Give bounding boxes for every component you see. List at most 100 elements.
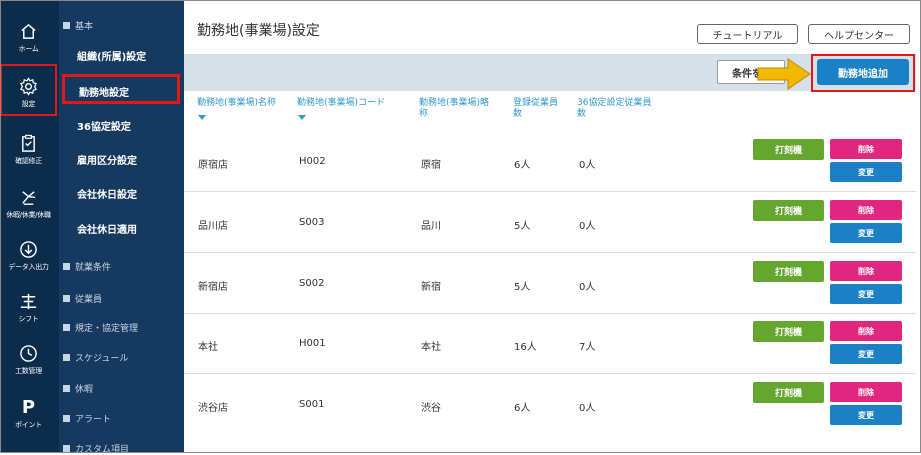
rail-label: ポイント [15,421,42,429]
sort-desc-icon[interactable] [298,115,306,120]
cell-agreement: 0人 [579,221,596,232]
time-clock-button[interactable]: 打刻機 [753,200,824,221]
delete-button[interactable]: 削除 [830,321,902,341]
section-rules[interactable]: 規定・協定管理 [63,321,138,334]
rail-item-data[interactable]: データ入出力 [0,240,57,272]
cell-code: H002 [299,156,326,167]
section-employees[interactable]: 従業員 [63,292,102,305]
cell-code: S002 [299,278,325,289]
section-custom[interactable]: カスタム項目 [63,442,129,455]
cell-agreement: 0人 [579,403,596,414]
cell-agreement: 7人 [579,342,596,353]
header-line: 数 [577,109,587,119]
rail-item-home[interactable]: ホーム [0,22,57,54]
rail-label: 設定 [21,100,36,108]
gear-icon [20,77,37,96]
table-row: 品川店 S003 品川 5人 0人 打刻機 削除 変更 [184,192,916,253]
add-location-button[interactable]: 勤務地追加 [817,59,909,85]
rail-item-workload[interactable]: 工数管理 [0,344,57,376]
col-header-short: 勤務地(事業場)略称 [419,98,489,120]
submenu-item-location[interactable]: 勤務地設定 [79,84,129,99]
points-icon: P [21,397,36,418]
palm-icon [22,191,36,205]
table-row: 本社 H001 本社 16人 7人 打刻機 削除 変更 [184,313,916,374]
tutorial-button[interactable]: チュートリアル [697,24,798,44]
sort-desc-icon[interactable] [198,115,206,120]
delete-button[interactable]: 削除 [830,261,902,281]
section-label: カスタム項目 [75,445,130,455]
cell-name: 品川店 [198,221,228,232]
submenu-item-employment-type[interactable]: 雇用区分設定 [77,152,137,167]
section-label: 従業員 [75,295,103,305]
section-label: 基本 [75,22,94,32]
rail-label: 休暇/休業/休職 [6,211,51,219]
submenu-item-organization[interactable]: 組織(所属)設定 [77,48,146,63]
cell-name: 本社 [198,342,218,353]
section-label: 休暇 [75,385,94,395]
settings-submenu: 基本 組織(所属)設定 36協定設定 雇用区分設定 会社休日設定 会社休日適用 … [57,0,184,455]
cell-code: S001 [299,399,325,410]
square-icon [63,385,70,392]
rail-item-check[interactable]: 確認修正 [0,134,57,166]
rail-item-shift[interactable]: シフト [0,292,57,324]
download-circle-icon [20,241,37,258]
section-schedule[interactable]: スケジュール [63,351,128,364]
section-leave[interactable]: 休暇 [63,382,93,395]
page-title: 勤務地(事業場)設定 [197,23,320,39]
cell-name: 新宿店 [198,282,228,293]
square-icon [63,295,70,302]
delete-button[interactable]: 削除 [830,139,902,159]
cell-agreement: 0人 [579,282,596,293]
col-header-employees: 登録従業員数 [513,98,558,120]
rail-label: 確認修正 [15,157,42,165]
square-icon [63,22,70,29]
header-line: 登録従業員 [513,98,559,108]
submenu-item-company-holiday[interactable]: 会社休日設定 [77,186,137,201]
help-center-button[interactable]: ヘルプセンター [808,24,910,44]
delete-button[interactable]: 削除 [830,382,902,402]
edit-button[interactable]: 変更 [830,284,902,304]
section-work-conditions[interactable]: 就業条件 [63,260,111,273]
header-line: 勤務地(事業場)略 [419,98,490,108]
cell-short: 品川 [421,221,441,232]
rail-item-leave[interactable]: 休暇/休業/休職 [0,188,57,220]
time-clock-button[interactable]: 打刻機 [753,382,824,403]
home-icon [21,23,36,39]
shift-icon [20,293,37,310]
cell-short: 渋谷 [421,403,441,414]
cell-short: 新宿 [421,282,441,293]
time-clock-button[interactable]: 打刻機 [753,321,824,342]
section-label: アラート [75,415,112,425]
clock-icon [20,345,37,362]
square-icon [63,354,70,361]
square-icon [63,445,70,452]
icon-rail: ホーム 設定 確認修正 休暇/休業/休職 データ入出力 シフト 工数管理 P ポ… [0,0,57,453]
edit-button[interactable]: 変更 [830,405,902,425]
col-header-agreement: 36協定設定従業員数 [577,98,651,120]
bottom-strip [184,433,916,453]
delete-button[interactable]: 削除 [830,200,902,220]
section-alerts[interactable]: アラート [63,412,111,425]
rail-item-points[interactable]: P ポイント [0,398,57,430]
submenu-item-location-highlight: 勤務地設定 [62,74,180,104]
time-clock-button[interactable]: 打刻機 [753,261,824,282]
header-line: 称 [419,109,429,119]
submenu-item-36-agreement[interactable]: 36協定設定 [77,118,131,133]
edit-button[interactable]: 変更 [830,344,902,364]
rail-item-settings[interactable]: 設定 [0,64,57,116]
cell-employees: 5人 [514,221,531,232]
time-clock-button[interactable]: 打刻機 [753,139,824,160]
section-label: 規定・協定管理 [75,324,139,334]
section-basic[interactable]: 基本 [63,19,93,32]
edit-button[interactable]: 変更 [830,162,902,182]
clipboard-icon [22,134,35,152]
table-row: 渋谷店 S001 渋谷 6人 0人 打刻機 削除 変更 [184,374,916,435]
header-line: 数 [513,109,523,119]
table-row: 新宿店 S002 新宿 5人 0人 打刻機 削除 変更 [184,253,916,314]
submenu-item-holiday-apply[interactable]: 会社休日適用 [77,221,137,236]
square-icon [63,324,70,331]
arrow-right-icon [757,58,811,90]
col-header-code[interactable]: 勤務地(事業場)コード [297,98,385,109]
col-header-name[interactable]: 勤務地(事業場)名称 [197,98,276,109]
edit-button[interactable]: 変更 [830,223,902,243]
